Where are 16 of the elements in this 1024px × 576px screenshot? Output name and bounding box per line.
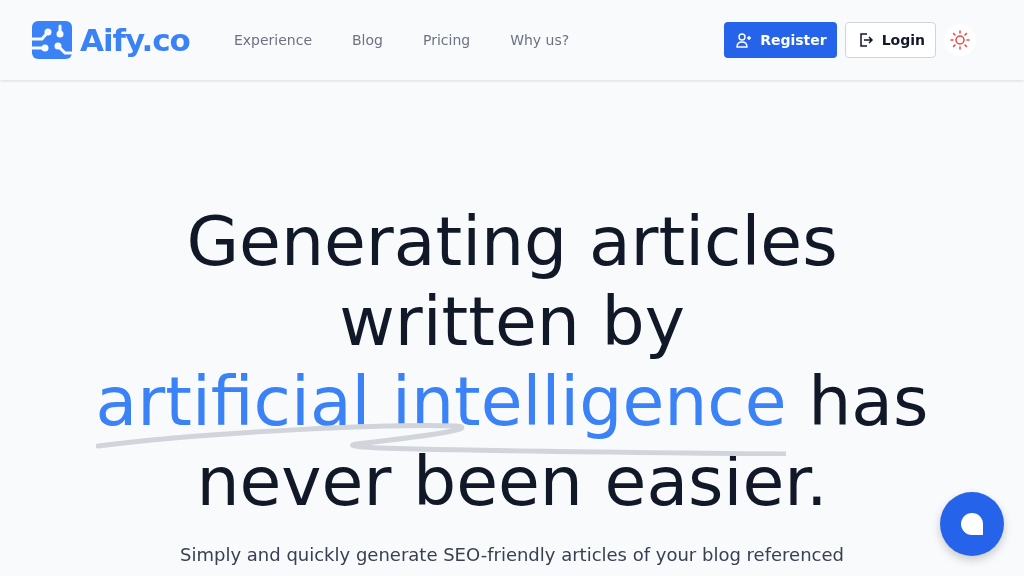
logo-icon xyxy=(32,21,72,59)
nav-link[interactable]: Why us? xyxy=(510,32,570,48)
theme-toggle-button[interactable] xyxy=(944,24,976,56)
chat-bubble-icon xyxy=(960,512,984,536)
nav-link[interactable]: Pricing xyxy=(422,32,471,48)
hero-subtitle: Simply and quickly generate SEO-friendly articles of your blog referenced xyxy=(180,544,844,565)
user-plus-icon xyxy=(736,32,753,48)
sun-icon xyxy=(950,30,970,50)
hero-heading: Generating articles written by artificial intelligence has never been easier. xyxy=(94,202,930,522)
login-button[interactable]: Login xyxy=(844,22,936,58)
nav-link[interactable]: Experience xyxy=(233,32,312,48)
logo-text[interactable]: Aify.co xyxy=(80,22,190,58)
login-icon xyxy=(857,32,874,48)
nav-link[interactable]: Blog xyxy=(352,32,383,48)
register-button[interactable]: Register xyxy=(724,22,837,58)
chat-button[interactable] xyxy=(940,492,1004,556)
